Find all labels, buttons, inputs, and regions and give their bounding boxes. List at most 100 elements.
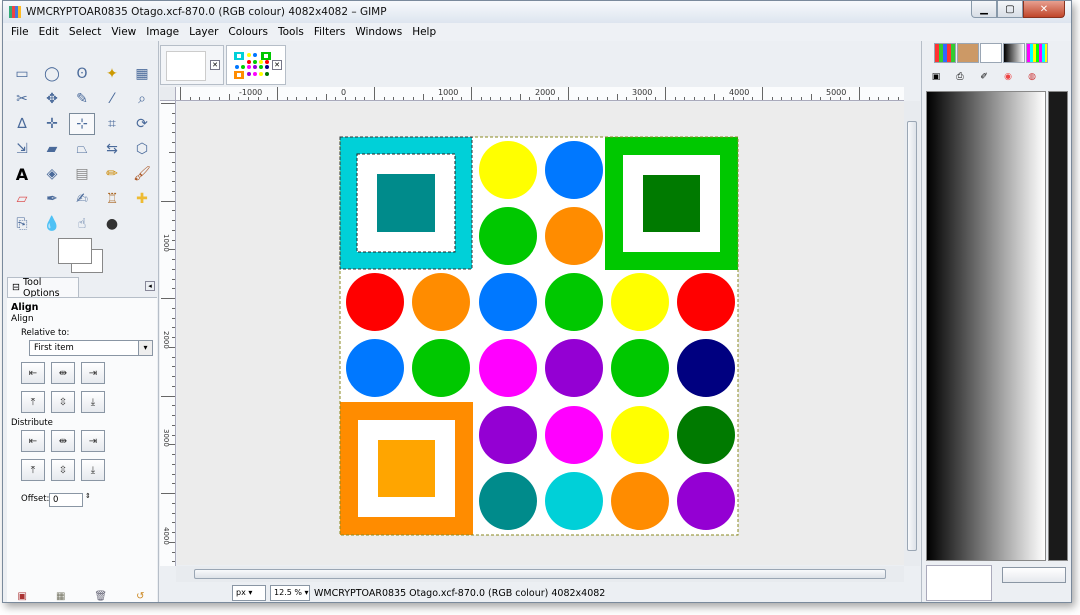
menu-colours[interactable]: Colours [228, 26, 268, 38]
menu-view[interactable]: View [111, 26, 136, 38]
image-tab-2[interactable]: ✕ [226, 45, 286, 85]
ellipse-select-tool-icon[interactable]: ◯ [39, 63, 65, 85]
pencil-tool-icon[interactable]: ✏ [99, 163, 125, 185]
distribute-right-button[interactable]: ⇥ [81, 430, 105, 452]
align-center-button[interactable]: ⇹ [51, 362, 75, 384]
paintbrush-tool-icon[interactable]: 🖌 [129, 163, 155, 185]
image-tab-1[interactable]: ✕ [160, 45, 224, 85]
gradient-list[interactable] [1048, 91, 1068, 561]
free-select-tool-icon[interactable]: ʘ [69, 63, 95, 85]
clone-tool-icon[interactable]: ♖ [99, 188, 125, 210]
blend-tool-icon[interactable]: ▤ [69, 163, 95, 185]
distribute-center-button[interactable]: ⇹ [51, 430, 75, 452]
relative-to-select[interactable]: First item ▾ [29, 340, 153, 356]
fuzzy-select-tool-icon[interactable]: ✦ [99, 63, 125, 85]
flip-tool-icon[interactable]: ⇆ [99, 138, 125, 160]
menu-edit[interactable]: Edit [39, 26, 59, 38]
paths-tool-icon[interactable]: ✎ [69, 88, 95, 110]
perspective-tool-icon[interactable]: ⏢ [69, 138, 95, 160]
ruler-corner[interactable] [160, 87, 176, 101]
airbrush-tool-icon[interactable]: ✒ [39, 188, 65, 210]
menu-filters[interactable]: Filters [314, 26, 345, 38]
vertical-scroll-thumb[interactable] [907, 121, 917, 551]
offset-spinner-icon[interactable]: ⇕ [85, 492, 91, 500]
align-middle-button[interactable]: ⇳ [51, 391, 75, 413]
close-tab-icon[interactable]: ✕ [210, 60, 220, 70]
palette-tab-icon[interactable]: ◍ [1020, 69, 1044, 85]
heal-tool-icon[interactable]: ✚ [129, 188, 155, 210]
delete-options-icon[interactable]: 🗑 [94, 591, 107, 602]
close-button[interactable]: ✕ [1023, 1, 1065, 18]
gradient-tab-icon[interactable] [1003, 43, 1025, 63]
menu-file[interactable]: File [11, 26, 29, 38]
cage-tool-icon[interactable]: ⬡ [129, 138, 155, 160]
crop-tool-icon[interactable]: ⌗ [99, 113, 125, 135]
panel-menu-icon[interactable]: ◂ [145, 281, 155, 291]
color-picker-tool-icon[interactable]: ▦ [129, 63, 155, 85]
zoom-tool-icon[interactable]: ⌕ [129, 88, 155, 110]
menu-windows[interactable]: Windows [355, 26, 402, 38]
horizontal-scroll-thumb[interactable] [194, 569, 886, 579]
menu-help[interactable]: Help [412, 26, 436, 38]
eyedropper-tool-icon[interactable]: ⁄ [99, 88, 125, 110]
blur-tool-icon[interactable]: 💧 [39, 213, 65, 235]
menu-tools[interactable]: Tools [278, 26, 304, 38]
move-tool-icon[interactable]: ✛ [39, 113, 65, 135]
zoom-select[interactable]: 12.5 % ▾ [270, 585, 310, 601]
close-tab-icon[interactable]: ✕ [272, 60, 282, 70]
align-left-button[interactable]: ⇤ [21, 362, 45, 384]
measure-tool-icon[interactable]: ∆ [9, 113, 35, 135]
brush-tab-icon[interactable] [980, 43, 1002, 63]
rect-select-tool-icon[interactable]: ▭ [9, 63, 35, 85]
offset-input[interactable]: 0 [49, 493, 83, 507]
reset-options-icon[interactable]: ↺ [136, 591, 144, 602]
menu-layer[interactable]: Layer [189, 26, 218, 38]
image-viewport[interactable] [177, 102, 904, 565]
distribute-top-button[interactable]: ⤒ [21, 459, 45, 481]
fonts-tab-icon[interactable]: ▣ [924, 69, 948, 85]
ink-tool-icon[interactable]: ✍ [69, 188, 95, 210]
unit-select[interactable]: px ▾ [232, 585, 266, 601]
eraser-tool-icon[interactable]: ▱ [9, 188, 35, 210]
align-bottom-button[interactable]: ⤓ [81, 391, 105, 413]
pattern-tab-icon[interactable] [957, 43, 979, 63]
distribute-bottom-button[interactable]: ⤓ [81, 459, 105, 481]
minimize-button[interactable]: ▁ [971, 1, 997, 18]
align-tool-icon[interactable]: ⊹ [69, 113, 95, 135]
ruler-tick [548, 97, 550, 100]
vertical-scrollbar[interactable] [904, 101, 920, 566]
edit-button[interactable] [1002, 567, 1066, 583]
distribute-left-button[interactable]: ⇤ [21, 430, 45, 452]
save-options-icon[interactable]: ▣ [18, 591, 27, 602]
distribute-middle-button[interactable]: ⇳ [51, 459, 75, 481]
brush-tab-icon[interactable]: ✐ [972, 69, 996, 85]
shear-tool-icon[interactable]: ▰ [39, 138, 65, 160]
gradient-preview[interactable] [926, 91, 1046, 561]
bucket-fill-tool-icon[interactable]: ◈ [39, 163, 65, 185]
maximize-button[interactable]: ▢ [997, 1, 1023, 18]
fg-bg-colors[interactable] [58, 238, 105, 275]
dodge-burn-tool-icon[interactable]: ● [99, 213, 125, 235]
printer-tab-icon[interactable]: ⎙ [948, 69, 972, 85]
palette-tab-icon[interactable] [934, 43, 956, 63]
colormap-tab-icon[interactable] [1026, 43, 1048, 63]
perspective-clone-tool-icon[interactable]: ⎘ [9, 213, 35, 235]
menu-select[interactable]: Select [69, 26, 101, 38]
menu-image[interactable]: Image [146, 26, 179, 38]
colors-tab-icon[interactable]: ◉ [996, 69, 1020, 85]
smudge-tool-icon[interactable]: ☝ [69, 213, 95, 235]
align-top-button[interactable]: ⤒ [21, 391, 45, 413]
tool-options-tab[interactable]: ⊟ Tool Options [7, 277, 79, 299]
restore-options-icon[interactable]: ▦ [56, 591, 65, 602]
rotate-tool-icon[interactable]: ⟳ [129, 113, 155, 135]
foreground-color-swatch[interactable] [58, 238, 92, 264]
align-right-button[interactable]: ⇥ [81, 362, 105, 384]
vertical-ruler[interactable]: 1000 2000 3000 4000 [160, 101, 176, 566]
text-tool-icon[interactable]: A [9, 163, 35, 185]
foreground-select-tool-icon[interactable]: ✥ [39, 88, 65, 110]
horizontal-ruler[interactable]: -1000 0 1000 2000 3000 4000 5000 [176, 87, 904, 101]
horizontal-scrollbar[interactable] [176, 566, 904, 582]
image-canvas[interactable] [177, 102, 904, 565]
scissors-tool-icon[interactable]: ✂ [9, 88, 35, 110]
scale-tool-icon[interactable]: ⇲ [9, 138, 35, 160]
